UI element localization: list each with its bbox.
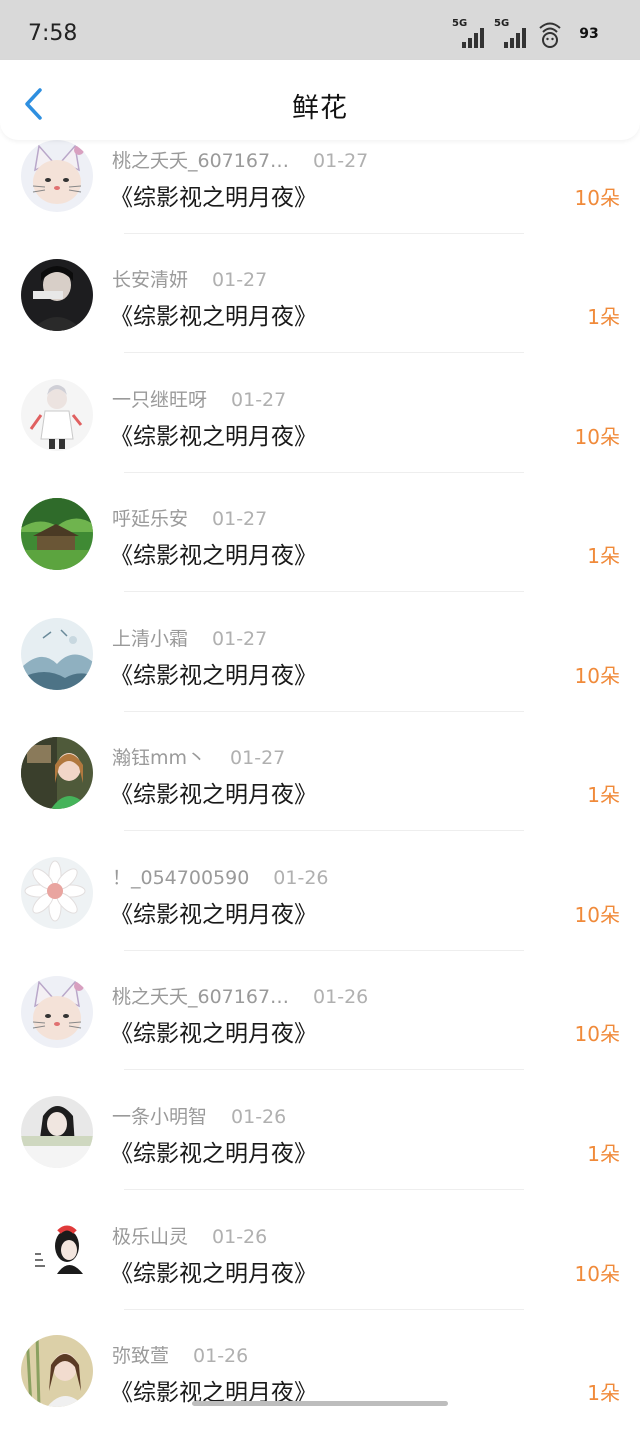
username[interactable]: 呼延乐安 — [112, 508, 188, 530]
date: 01-26 — [273, 867, 329, 889]
anime-avatar[interactable] — [21, 379, 93, 451]
status-bar: 7:58 5G 5G 93 — [0, 0, 640, 60]
date: 01-27 — [313, 150, 369, 172]
list-item[interactable]: 一条小明智 01-26 《综影视之明月夜》 1朵 — [0, 1096, 640, 1215]
username[interactable]: 桃之夭夭_607167… — [112, 150, 289, 172]
battery-level: 93 — [579, 26, 599, 42]
signal-icon-2: 5G — [494, 18, 530, 48]
date: 01-26 — [231, 1106, 287, 1128]
forest-house-avatar[interactable] — [21, 498, 93, 570]
flower-count: 10朵 — [574, 1262, 620, 1286]
bw-portrait-avatar[interactable] — [21, 1096, 93, 1168]
item-meta: 上清小霜 01-27 — [112, 624, 267, 651]
item-meta: 瀚钰mm丶 01-27 — [112, 743, 285, 770]
list-item[interactable]: 弥致萱 01-26 《综影视之明月夜》 1朵 — [0, 1335, 640, 1454]
girl-photo-avatar[interactable] — [21, 737, 93, 809]
ink-landscape-avatar[interactable] — [21, 618, 93, 690]
item-meta: 一只继旺呀 01-27 — [112, 385, 286, 412]
item-meta: 弥致萱 01-26 — [112, 1341, 248, 1368]
username[interactable]: 桃之夭夭_607167… — [112, 986, 289, 1008]
flower-count: 10朵 — [574, 1022, 620, 1046]
wifi-icon — [539, 22, 561, 48]
flower-count: 10朵 — [574, 425, 620, 449]
list-item[interactable]: 长安清妍 01-27 《综影视之明月夜》 1朵 — [0, 259, 640, 378]
date: 01-27 — [212, 269, 268, 291]
book-title[interactable]: 《综影视之明月夜》 — [110, 178, 317, 212]
book-title[interactable]: 《综影视之明月夜》 — [110, 417, 317, 451]
flower-count: 10朵 — [574, 903, 620, 927]
divider — [124, 233, 524, 234]
cat-avatar[interactable] — [21, 976, 93, 1048]
divider — [124, 352, 524, 353]
item-meta: 一条小明智 01-26 — [112, 1102, 286, 1129]
book-title[interactable]: 《综影视之明月夜》 — [110, 297, 317, 331]
book-title[interactable]: 《综影视之明月夜》 — [110, 895, 317, 929]
list-item[interactable]: 上清小霜 01-27 《综影视之明月夜》 10朵 — [0, 618, 640, 737]
date: 01-27 — [212, 508, 268, 530]
item-meta: 极乐山灵 01-26 — [112, 1222, 267, 1249]
book-title[interactable]: 《综影视之明月夜》 — [110, 775, 317, 809]
battery-icon: 93 — [572, 24, 606, 44]
item-meta: 长安清妍 01-27 — [112, 265, 267, 292]
username[interactable]: 一只继旺呀 — [112, 389, 207, 411]
dark-portrait-avatar[interactable] — [21, 259, 93, 331]
divider — [124, 950, 524, 951]
date: 01-26 — [212, 1226, 268, 1248]
book-title[interactable]: 《综影视之明月夜》 — [110, 1254, 317, 1288]
list-item[interactable]: ！_054700590 01-26 《综影视之明月夜》 10朵 — [0, 857, 640, 976]
book-title[interactable]: 《综影视之明月夜》 — [110, 1134, 317, 1168]
username[interactable]: ！_054700590 — [112, 867, 249, 889]
flower-count: 1朵 — [587, 1142, 620, 1166]
flower-count: 10朵 — [574, 664, 620, 688]
flower-count: 1朵 — [587, 544, 620, 568]
book-title[interactable]: 《综影视之明月夜》 — [110, 656, 317, 690]
flower-count: 10朵 — [574, 186, 620, 210]
divider — [124, 1069, 524, 1070]
list-item[interactable]: 一只继旺呀 01-27 《综影视之明月夜》 10朵 — [0, 379, 640, 498]
book-title[interactable]: 《综影视之明月夜》 — [110, 536, 317, 570]
divider — [124, 591, 524, 592]
flower-count: 1朵 — [587, 1381, 620, 1405]
username[interactable]: 上清小霜 — [112, 628, 188, 650]
nav-bar: 鲜花 — [0, 60, 640, 140]
item-meta: 呼延乐安 01-27 — [112, 504, 267, 531]
username[interactable]: 极乐山灵 — [112, 1226, 188, 1248]
divider — [124, 711, 524, 712]
list-item[interactable]: 呼延乐安 01-27 《综影视之明月夜》 1朵 — [0, 498, 640, 617]
flower-count: 1朵 — [587, 305, 620, 329]
date: 01-27 — [231, 389, 287, 411]
date: 01-26 — [193, 1345, 249, 1367]
list-item[interactable]: 极乐山灵 01-26 《综影视之明月夜》 10朵 — [0, 1216, 640, 1335]
divider — [124, 1309, 524, 1310]
date: 01-27 — [212, 628, 268, 650]
username[interactable]: 弥致萱 — [112, 1345, 169, 1367]
divider — [124, 472, 524, 473]
page-title: 鲜花 — [292, 93, 348, 124]
book-title[interactable]: 《综影视之明月夜》 — [110, 1014, 317, 1048]
flower-avatar[interactable] — [21, 857, 93, 929]
username[interactable]: 一条小明智 — [112, 1106, 207, 1128]
list-item[interactable]: 桃之夭夭_607167… 01-26 《综影视之明月夜》 10朵 — [0, 976, 640, 1095]
username[interactable]: 长安清妍 — [112, 269, 188, 291]
signal-icon: 5G — [452, 18, 488, 48]
home-indicator[interactable] — [192, 1401, 448, 1406]
flower-count: 1朵 — [587, 783, 620, 807]
cat-avatar[interactable] — [21, 140, 93, 212]
date: 01-27 — [230, 747, 286, 769]
divider — [124, 830, 524, 831]
item-meta: ！_054700590 01-26 — [112, 863, 329, 890]
item-meta: 桃之夭夭_607167… 01-26 — [112, 982, 368, 1009]
love-sketch-avatar[interactable] — [21, 1216, 93, 1288]
item-meta: 桃之夭夭_607167… 01-27 — [112, 146, 368, 173]
username[interactable]: 瀚钰mm丶 — [112, 747, 206, 769]
list-item[interactable]: 桃之夭夭_607167… 01-27 《综影视之明月夜》 10朵 — [0, 140, 640, 259]
status-time: 7:58 — [28, 21, 78, 46]
girl-bamboo-avatar[interactable] — [21, 1335, 93, 1407]
list-item[interactable]: 瀚钰mm丶 01-27 《综影视之明月夜》 1朵 — [0, 737, 640, 856]
divider — [124, 1189, 524, 1190]
date: 01-26 — [313, 986, 369, 1008]
